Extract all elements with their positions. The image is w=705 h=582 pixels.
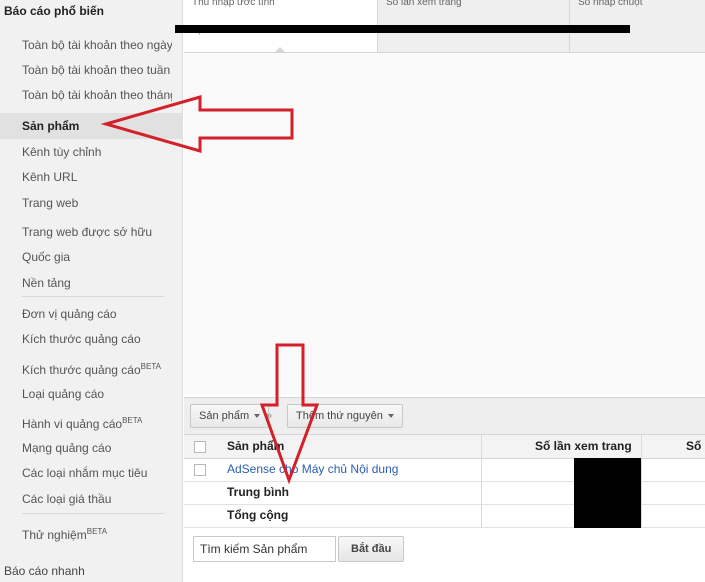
sidebar-item-products[interactable]: Sản phẩm	[0, 113, 183, 139]
column-divider	[641, 481, 642, 504]
sidebar-item-experiments[interactable]: Thử nghiệmBETA	[22, 524, 172, 543]
sidebar-item-sites[interactable]: Trang web	[22, 195, 172, 211]
report-chart-area	[184, 53, 705, 395]
column-divider	[641, 435, 642, 458]
redaction-bar	[175, 25, 630, 33]
column-header-page-views[interactable]: Số lần xem trang	[535, 435, 632, 458]
section-popular-reports: Báo cáo phổ biến	[4, 4, 105, 18]
product-link[interactable]: AdSense cho Máy chủ Nội dung	[227, 458, 398, 481]
row-checkbox[interactable]	[194, 464, 206, 476]
sidebar-item-ad-behavior[interactable]: Hành vi quảng cáoBETA	[22, 413, 172, 432]
dimension-select-button[interactable]: Sản phẩm	[190, 404, 270, 428]
dimension-toolbar: Sản phẩm » Thêm thứ nguyên	[184, 397, 705, 435]
column-divider	[481, 458, 482, 481]
section-quick-reports[interactable]: Báo cáo nhanh	[4, 564, 85, 578]
sidebar-divider	[22, 296, 164, 297]
sidebar-item-account-weekly[interactable]: Toàn bộ tài khoản theo tuần	[22, 62, 172, 78]
metric-label: Số lần xem trang	[386, 0, 462, 8]
column-divider	[481, 435, 482, 458]
column-divider	[481, 504, 482, 527]
column-divider	[481, 481, 482, 504]
beta-badge: BETA	[86, 527, 108, 536]
sidebar-item-ad-sizes-beta[interactable]: Kích thước quảng cáoBETA	[22, 359, 172, 378]
redaction-block	[574, 458, 641, 528]
add-dimension-button[interactable]: Thêm thứ nguyên	[287, 404, 403, 428]
sidebar-item-countries[interactable]: Quốc gia	[22, 249, 172, 265]
sidebar-item-ad-sizes[interactable]: Kích thước quảng cáo	[22, 331, 172, 347]
sidebar-divider	[22, 513, 164, 514]
caret-down-icon	[254, 414, 261, 419]
sidebar-item-account-daily[interactable]: Toàn bộ tài khoản theo ngày	[22, 37, 172, 53]
report-sidebar: Báo cáo phổ biến Toàn bộ tài khoản theo …	[0, 0, 183, 582]
sidebar-item-url-channels[interactable]: Kênh URL	[22, 169, 172, 185]
sidebar-item-owned-sites[interactable]: Trang web được sở hữu	[22, 224, 172, 240]
sidebar-item-ad-types[interactable]: Loại quảng cáo	[22, 386, 172, 402]
sidebar-item-bid-types[interactable]: Các loại giá thầu	[22, 491, 172, 507]
sidebar-item-account-monthly[interactable]: Toàn bộ tài khoản theo tháng	[22, 87, 172, 103]
total-label: Tổng cộng	[227, 508, 289, 522]
average-label: Trung bình	[227, 485, 289, 499]
column-header-product[interactable]: Sản phẩm	[227, 435, 284, 458]
sidebar-item-targeting-types[interactable]: Các loại nhắm mục tiêu	[22, 465, 172, 481]
beta-badge: BETA	[140, 362, 161, 371]
search-go-button[interactable]: Bắt đầu	[338, 536, 405, 562]
sidebar-item-ad-networks[interactable]: Mạng quảng cáo	[22, 440, 172, 456]
product-search-input[interactable]	[193, 536, 336, 562]
column-divider	[641, 458, 642, 481]
caret-down-icon	[387, 414, 394, 419]
column-header-clicks[interactable]: Số	[686, 435, 701, 458]
sidebar-item-platforms[interactable]: Nền tảng	[22, 275, 172, 291]
metric-label: Số nhấp chuột	[578, 0, 643, 8]
metric-label: Thu nhập ước tính	[192, 0, 275, 8]
breadcrumb-separator: »	[266, 410, 273, 422]
column-divider	[641, 504, 642, 527]
sidebar-item-ad-units[interactable]: Đơn vị quảng cáo	[22, 306, 172, 322]
beta-badge: BETA	[122, 416, 143, 425]
table-header-row: Sản phẩm Số lần xem trang Số	[184, 434, 705, 459]
sidebar-item-custom-channels[interactable]: Kênh tùy chỉnh	[22, 144, 172, 160]
select-all-checkbox[interactable]	[194, 441, 206, 453]
